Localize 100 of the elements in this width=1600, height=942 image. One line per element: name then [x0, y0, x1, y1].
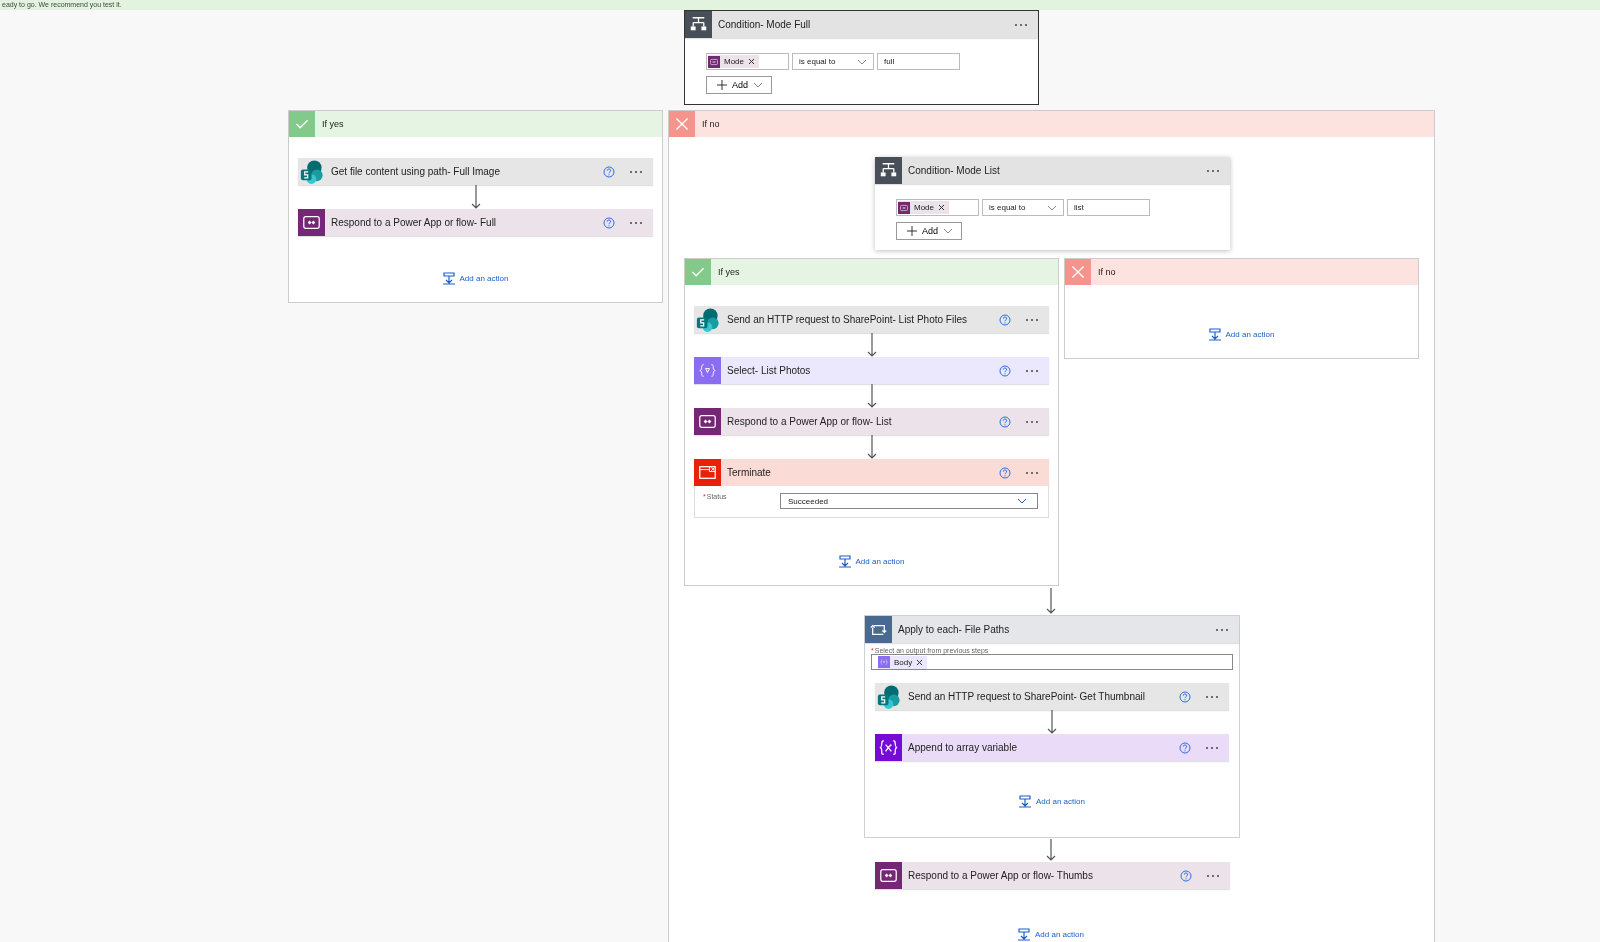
more-icon	[629, 169, 643, 174]
card-title: Condition- Mode List	[907, 165, 1001, 176]
branch-label: If yes	[321, 119, 344, 129]
chevron-down-icon	[1047, 204, 1057, 211]
add-action-icon	[442, 272, 455, 285]
card-header[interactable]: Respond to a Power App or flow- List	[694, 408, 1049, 435]
status-dropdown[interactable]: Succeeded	[780, 493, 1038, 509]
card-header[interactable]: Condition- Mode Full	[685, 11, 1038, 38]
connector-arrow	[866, 333, 877, 357]
help-icon	[1179, 741, 1191, 754]
branch-header[interactable]: If no	[1065, 259, 1418, 285]
card-title: Apply to each- File Paths	[897, 624, 1011, 635]
plus-icon	[717, 80, 727, 90]
branch-label: If no	[701, 119, 720, 129]
help-icon	[999, 364, 1011, 377]
braces-icon	[694, 357, 721, 384]
card-title: Send an HTTP request to SharePoint- List Photo Files	[726, 314, 968, 325]
operator-dropdown[interactable]: is equal to	[982, 199, 1064, 216]
add-action-link[interactable]: Add an action	[1018, 928, 1084, 941]
more-icon	[1025, 470, 1039, 475]
value-field[interactable]: full	[877, 53, 960, 70]
connector-arrow	[866, 384, 877, 408]
more-icon	[1215, 627, 1229, 632]
branch-header[interactable]: If yes	[289, 111, 662, 137]
chevron-down-icon	[857, 58, 867, 65]
connector-arrow	[866, 435, 877, 459]
sharepoint-icon	[298, 158, 325, 185]
token-chip[interactable]: Body	[878, 655, 928, 669]
add-action-icon	[1018, 928, 1031, 941]
more-icon	[1206, 873, 1220, 878]
app-icon	[875, 862, 902, 889]
card-header[interactable]: Select- List Photos	[694, 357, 1049, 384]
chevron-down-icon	[1017, 498, 1027, 504]
card-title: Append to array variable	[907, 742, 1018, 753]
token-chip[interactable]: Mode	[708, 55, 759, 68]
add-action-link[interactable]: Add an action	[1019, 795, 1085, 808]
card-header[interactable]: Append to array variable	[875, 734, 1229, 761]
more-icon	[1014, 22, 1028, 27]
branch-header[interactable]: If yes	[685, 259, 1058, 285]
token-field[interactable]: Mode	[706, 53, 789, 70]
card-title: Respond to a Power App or flow- Full	[330, 217, 498, 228]
add-action-link[interactable]: Add an action	[838, 555, 905, 568]
variable-icon	[875, 734, 902, 761]
card-header[interactable]: Respond to a Power App or flow- Thumbs	[875, 862, 1230, 889]
connector-arrow	[470, 185, 481, 209]
app-icon	[708, 55, 720, 68]
card-header[interactable]: Terminate	[694, 459, 1049, 486]
card-title: Send an HTTP request to SharePoint- Get Thumbnail	[907, 691, 1146, 702]
help-icon	[999, 415, 1011, 428]
more-icon	[1206, 168, 1220, 173]
remove-icon	[748, 58, 755, 65]
card-title: Condition- Mode Full	[717, 19, 812, 30]
add-action-link[interactable]: Add an action	[1208, 328, 1275, 341]
connector-arrow	[1046, 839, 1056, 861]
help-icon	[999, 466, 1011, 479]
output-field[interactable]: Body	[871, 654, 1233, 670]
braces-icon	[878, 656, 890, 668]
card-title: Select- List Photos	[726, 365, 812, 376]
help-icon	[1180, 869, 1192, 882]
sharepoint-icon	[694, 306, 721, 333]
card-header[interactable]: Send an HTTP request to SharePoint- Get Thumbnail	[875, 683, 1229, 710]
chevron-down-icon	[753, 82, 763, 88]
help-icon	[603, 216, 615, 229]
branch-label: If yes	[717, 267, 740, 277]
connector-arrow	[1047, 710, 1057, 734]
value-field[interactable]: list	[1067, 199, 1150, 216]
card-title: Get file content using path- Full Image	[330, 166, 501, 177]
help-icon	[603, 165, 615, 178]
app-icon	[898, 201, 910, 214]
add-action-link[interactable]: Add an action	[442, 272, 509, 285]
sharepoint-icon	[875, 683, 902, 710]
add-action-icon	[1208, 328, 1221, 341]
more-icon	[1205, 694, 1219, 699]
card-header[interactable]: Respond to a Power App or flow- Full	[298, 209, 653, 236]
more-icon	[1025, 368, 1039, 373]
more-icon	[1205, 745, 1219, 750]
app-icon	[694, 408, 721, 435]
token-chip[interactable]: Mode	[898, 201, 949, 214]
add-action-icon	[838, 555, 851, 568]
branch-label: If no	[1097, 267, 1116, 277]
help-icon	[999, 313, 1011, 326]
remove-icon	[916, 658, 924, 666]
add-action-icon	[1019, 795, 1032, 808]
card-title: Terminate	[726, 467, 772, 478]
branch-header[interactable]: If no	[669, 111, 1434, 137]
add-button[interactable]: Add	[706, 76, 772, 94]
chevron-down-icon	[943, 228, 953, 234]
card-header[interactable]: Apply to each- File Paths	[865, 616, 1239, 643]
card-header[interactable]: Send an HTTP request to SharePoint- List Photo Files	[694, 306, 1049, 333]
card-title: Respond to a Power App or flow- List	[726, 416, 893, 427]
card-title: Respond to a Power App or flow- Thumbs	[907, 870, 1094, 881]
card-header[interactable]: Get file content using path- Full Image	[298, 158, 653, 185]
card-header[interactable]: Condition- Mode List	[875, 157, 1230, 184]
remove-icon	[938, 204, 945, 211]
add-button[interactable]: Add	[896, 222, 962, 240]
app-icon	[298, 209, 325, 236]
token-field[interactable]: Mode	[896, 199, 979, 216]
connector-arrow	[1046, 588, 1056, 614]
operator-dropdown[interactable]: is equal to	[792, 53, 874, 70]
more-icon	[629, 220, 643, 225]
